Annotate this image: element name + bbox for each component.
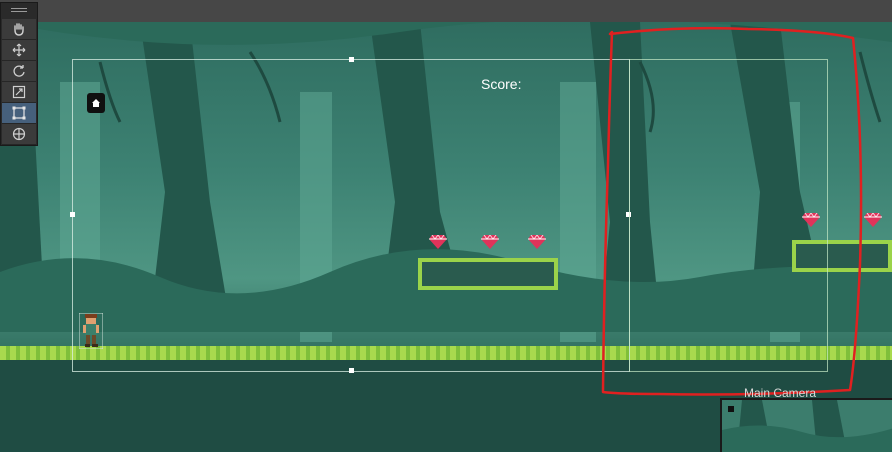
gizmo-handle-left[interactable] <box>70 212 75 217</box>
scale-tool[interactable] <box>2 82 36 103</box>
camera-preview: Main Camera <box>718 384 892 452</box>
transform-tool[interactable] <box>2 124 36 145</box>
score-label: Score: <box>481 76 522 92</box>
home-icon <box>92 99 100 107</box>
camera-preview-image <box>722 400 892 452</box>
rect-transform-icon <box>12 106 26 120</box>
gizmo-handle-top[interactable] <box>349 57 354 62</box>
tool-palette <box>0 2 38 146</box>
scene-view-header <box>0 0 892 22</box>
move-tool[interactable] <box>2 40 36 61</box>
transform-icon <box>12 127 26 141</box>
hand-icon <box>14 23 24 36</box>
pause-button[interactable] <box>87 93 105 113</box>
gizmo-handle-bottom[interactable] <box>349 368 354 373</box>
canvas-rect-gizmo[interactable] <box>70 57 631 373</box>
rotate-tool[interactable] <box>2 61 36 82</box>
grip-icon <box>11 7 27 12</box>
scale-icon <box>12 85 26 99</box>
hand-tool[interactable] <box>2 19 36 40</box>
palette-grip[interactable] <box>1 3 37 18</box>
camera-preview-frame <box>720 398 892 452</box>
rect-tool[interactable] <box>2 103 36 124</box>
rotate-icon <box>13 65 25 77</box>
annotation-outline <box>601 26 863 396</box>
move-arrows-icon <box>12 43 26 57</box>
